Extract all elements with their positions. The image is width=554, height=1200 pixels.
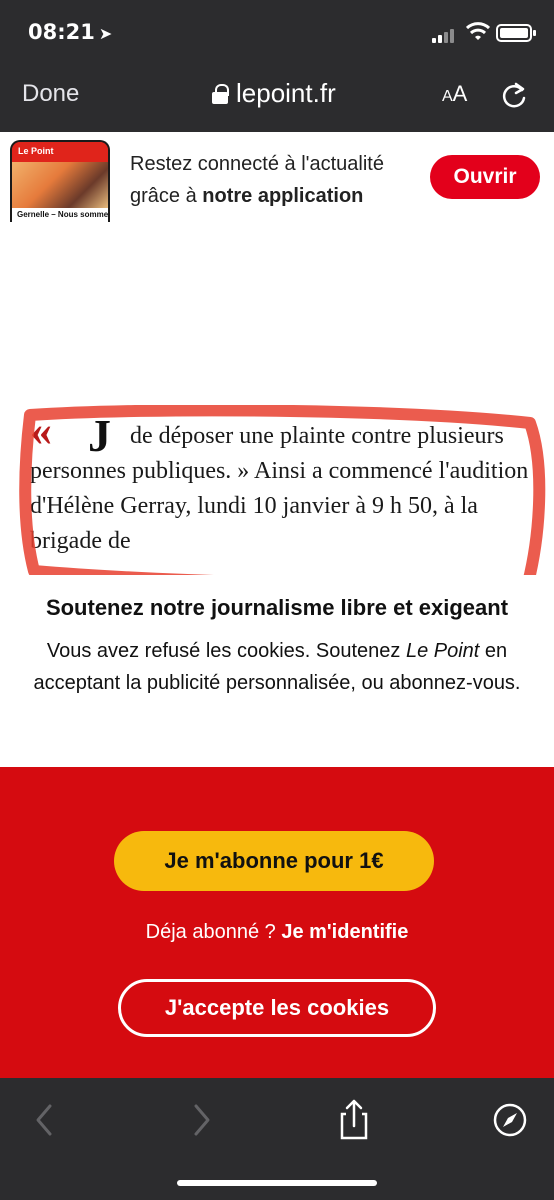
thumb-brand: Le Point (12, 142, 108, 162)
status-bar: 08:21 ➤ (0, 0, 554, 62)
address-bar[interactable]: lepoint.fr (212, 78, 336, 109)
browser-nav-bar: Done lepoint.fr AA (0, 62, 554, 132)
banner-line2: grâce à notre application (130, 180, 410, 212)
forward-icon[interactable] (180, 1098, 224, 1142)
wall-text: Vous avez refusé les cookies. Soutenez L… (18, 635, 536, 699)
open-app-button[interactable]: Ouvrir (430, 155, 540, 199)
back-icon[interactable] (22, 1098, 66, 1142)
text-size-button[interactable]: AA (442, 81, 467, 107)
login-line: Déja abonné ? Je m'identifie (0, 921, 554, 944)
thumb-cover-image (12, 162, 108, 212)
done-button[interactable]: Done (22, 80, 79, 108)
banner-line1: Restez connecté à l'actualité (130, 153, 384, 175)
banner-text: Restez connecté à l'actualité grâce à no… (130, 148, 410, 212)
share-icon[interactable] (332, 1098, 376, 1142)
battery-icon (496, 24, 536, 42)
login-link[interactable]: Je m'identifie (281, 921, 408, 943)
app-thumbnail: Le Point Gernelle – Nous sommes (10, 140, 110, 222)
subscribe-button[interactable]: Je m'abonne pour 1€ (114, 831, 434, 891)
accept-cookies-button[interactable]: J'accepte les cookies (118, 979, 436, 1037)
banner-line2-prefix: grâce à (130, 185, 203, 207)
wall-text-before: Vous avez refusé les cookies. Soutenez (46, 640, 406, 662)
url-label: lepoint.fr (236, 78, 336, 108)
status-time: 08:21 ➤ (28, 20, 112, 44)
time-label: 08:21 (28, 20, 95, 44)
thumb-caption: Gernelle – Nous sommes (12, 208, 108, 222)
banner-line2-bold: notre application (202, 185, 364, 207)
article-text: de déposer une plainte contre plusieurs … (30, 423, 529, 554)
article-excerpt: « J de déposer une plainte contre plusie… (0, 405, 554, 592)
compass-icon[interactable] (488, 1098, 532, 1142)
cookie-wall: Soutenez notre journalisme libre et exig… (0, 575, 554, 765)
lock-icon (212, 83, 229, 104)
signal-icon (432, 27, 458, 43)
subscription-panel: Je m'abonne pour 1€ Déja abonné ? Je m'i… (0, 767, 554, 1079)
home-indicator (177, 1180, 377, 1186)
already-subscribed-label: Déja abonné ? (145, 921, 282, 943)
wifi-icon (466, 22, 490, 40)
location-arrow-icon: ➤ (98, 24, 113, 43)
wall-title: Soutenez notre journalisme libre et exig… (45, 595, 509, 620)
reload-icon[interactable] (500, 80, 528, 110)
wall-text-brand: Le Point (405, 640, 480, 662)
